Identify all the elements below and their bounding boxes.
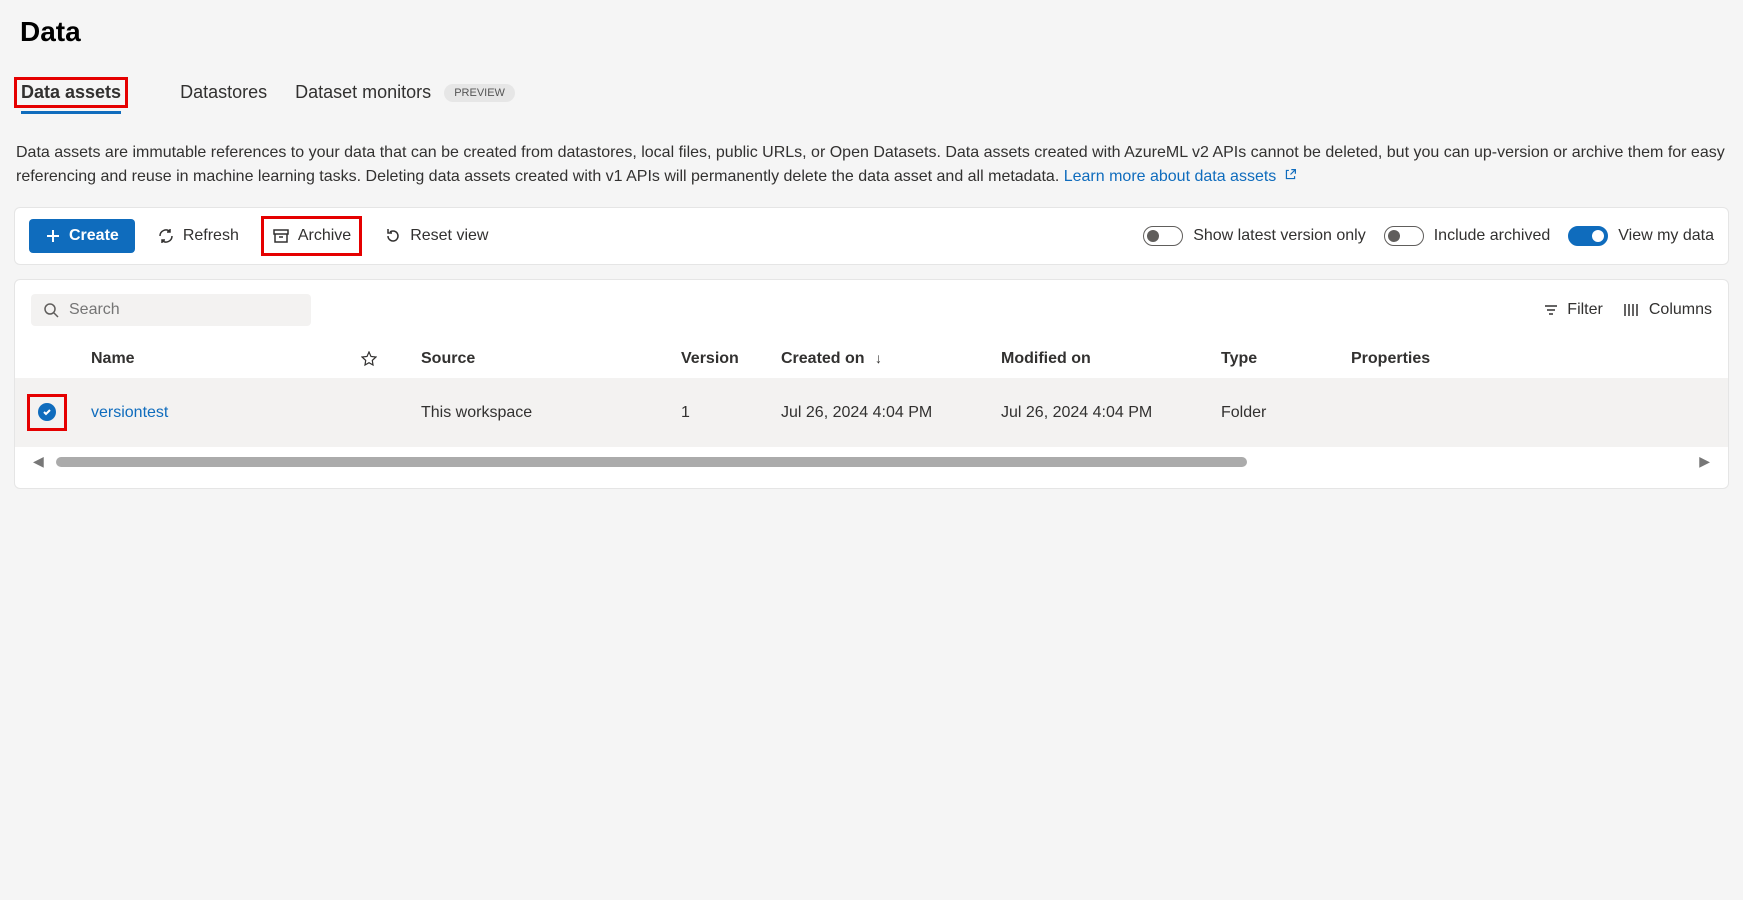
row-source: This workspace [409, 378, 669, 447]
table-card: Filter Columns Name Source Version Creat… [14, 279, 1729, 489]
reset-view-button[interactable]: Reset view [380, 221, 492, 251]
filter-icon [1543, 302, 1559, 318]
toggle-view-my-data-switch[interactable] [1568, 226, 1608, 246]
col-header-modified-on[interactable]: Modified on [989, 340, 1209, 378]
toggle-include-archived[interactable]: Include archived [1384, 226, 1551, 246]
reset-icon [384, 227, 402, 245]
highlight-row-checkbox [27, 394, 67, 431]
search-input[interactable] [69, 301, 299, 319]
toggle-view-my-data-label: View my data [1618, 227, 1714, 245]
toggle-show-latest-label: Show latest version only [1193, 227, 1366, 245]
reset-view-button-label: Reset view [410, 227, 488, 245]
checkmark-icon [42, 407, 52, 417]
scroll-right-icon[interactable]: ▶ [1699, 453, 1710, 470]
col-header-properties[interactable]: Properties [1339, 340, 1728, 378]
filter-button[interactable]: Filter [1543, 301, 1603, 319]
toggle-view-my-data[interactable]: View my data [1568, 226, 1714, 246]
tab-data-assets[interactable]: Data assets [21, 72, 121, 112]
page-title: Data [0, 0, 1743, 72]
columns-button-label: Columns [1649, 301, 1712, 319]
tab-dataset-monitors[interactable]: Dataset monitors PREVIEW [295, 72, 515, 113]
toggle-include-archived-label: Include archived [1434, 227, 1551, 245]
archive-button-label: Archive [298, 227, 351, 245]
sort-descending-icon: ↓ [875, 350, 882, 366]
row-checkbox-checked[interactable] [38, 403, 56, 421]
columns-button[interactable]: Columns [1623, 301, 1712, 319]
table-row[interactable]: versiontest This workspace 1 Jul 26, 202… [15, 378, 1728, 447]
description: Data assets are immutable references to … [0, 113, 1743, 207]
row-modified-on: Jul 26, 2024 4:04 PM [989, 378, 1209, 447]
toggle-show-latest[interactable]: Show latest version only [1143, 226, 1366, 246]
tab-datastores[interactable]: Datastores [180, 72, 267, 113]
scroll-thumb[interactable] [56, 457, 1247, 467]
external-link-icon [1284, 169, 1297, 184]
toggle-include-archived-switch[interactable] [1384, 226, 1424, 246]
horizontal-scrollbar[interactable]: ◀ ▶ [15, 447, 1728, 476]
col-header-type[interactable]: Type [1209, 340, 1339, 378]
row-type: Folder [1209, 378, 1339, 447]
col-header-name[interactable]: Name [79, 340, 349, 378]
col-header-checkbox[interactable] [15, 340, 79, 378]
learn-more-link[interactable]: Learn more about data assets [1064, 168, 1297, 185]
highlight-data-assets-tab: Data assets [14, 77, 128, 108]
toolbar: Create Refresh Archive Reset view Show l… [14, 207, 1729, 265]
data-table: Name Source Version Created on ↓ Modifie… [15, 340, 1728, 447]
star-icon [361, 351, 377, 367]
learn-more-link-text: Learn more about data assets [1064, 168, 1281, 185]
refresh-icon [157, 227, 175, 245]
filter-button-label: Filter [1567, 301, 1603, 319]
refresh-button[interactable]: Refresh [153, 221, 243, 251]
col-header-version[interactable]: Version [669, 340, 769, 378]
row-created-on: Jul 26, 2024 4:04 PM [769, 378, 989, 447]
search-box[interactable] [31, 294, 311, 326]
preview-badge: PREVIEW [444, 84, 515, 102]
row-version: 1 [669, 378, 769, 447]
toggle-show-latest-switch[interactable] [1143, 226, 1183, 246]
col-header-created-on-text: Created on [781, 350, 865, 367]
col-header-created-on[interactable]: Created on ↓ [769, 340, 989, 378]
row-name-link[interactable]: versiontest [91, 404, 168, 421]
plus-icon [45, 228, 61, 244]
tab-dataset-monitors-label: Dataset monitors [295, 82, 431, 102]
archive-button[interactable]: Archive [268, 221, 355, 251]
highlight-archive-button: Archive [261, 216, 362, 256]
tabs: Data assets Datastores Dataset monitors … [0, 72, 1743, 113]
table-controls: Filter Columns [15, 280, 1728, 340]
archive-icon [272, 227, 290, 245]
description-text: Data assets are immutable references to … [16, 144, 1725, 185]
scroll-left-icon[interactable]: ◀ [33, 453, 44, 470]
create-button-label: Create [69, 227, 119, 245]
col-header-favorite[interactable] [349, 340, 409, 378]
search-icon [43, 302, 59, 318]
refresh-button-label: Refresh [183, 227, 239, 245]
col-header-source[interactable]: Source [409, 340, 669, 378]
scroll-track[interactable] [56, 457, 1687, 467]
create-button[interactable]: Create [29, 219, 135, 253]
columns-icon [1623, 302, 1641, 318]
